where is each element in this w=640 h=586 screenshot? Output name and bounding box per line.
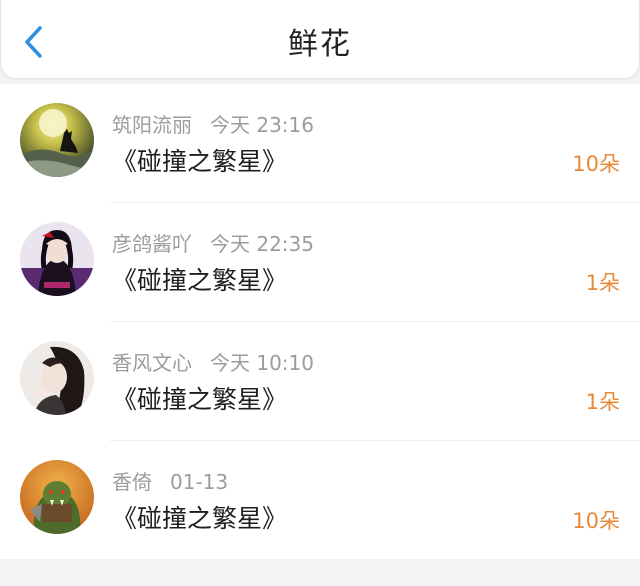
flower-list: 筑阳流丽 今天 23:16 《碰撞之繁星》 10朵 彦鸽酱吖 今天 22:35 《碰… <box>0 84 640 559</box>
flower-count: 10朵 <box>572 152 620 176</box>
avatar[interactable] <box>20 341 94 415</box>
book-title[interactable]: 《碰撞之繁星》 <box>112 499 287 535</box>
flower-count: 1朵 <box>585 271 620 295</box>
send-time: 今天 10:10 <box>210 351 314 375</box>
send-time: 今天 22:35 <box>210 232 314 256</box>
sender-meta: 彦鸽酱吖 今天 22:35 <box>112 228 314 257</box>
flower-count: 1朵 <box>585 390 620 414</box>
avatar[interactable] <box>20 103 94 177</box>
gothic-girl-avatar <box>20 222 94 296</box>
book-title[interactable]: 《碰撞之繁星》 <box>112 380 287 416</box>
send-time: 今天 23:16 <box>210 113 314 137</box>
flower-count: 10朵 <box>572 509 620 533</box>
list-item[interactable]: 筑阳流丽 今天 23:16 《碰撞之繁星》 10朵 <box>0 84 640 203</box>
sender-name: 筑阳流丽 <box>112 113 192 137</box>
list-item[interactable]: 彦鸽酱吖 今天 22:35 《碰撞之繁星》 1朵 <box>0 203 640 322</box>
app-header: 鲜花 <box>0 0 640 79</box>
book-title[interactable]: 《碰撞之繁星》 <box>112 142 287 178</box>
page-title: 鲜花 <box>288 27 352 62</box>
girl-portrait-avatar <box>20 341 94 415</box>
book-title[interactable]: 《碰撞之繁星》 <box>112 261 287 297</box>
list-item[interactable]: 香风文心 今天 10:10 《碰撞之繁星》 1朵 <box>0 322 640 441</box>
wolf-moon-avatar <box>20 103 94 177</box>
sender-name: 彦鸽酱吖 <box>112 232 192 256</box>
sender-meta: 香倚 01-13 <box>112 466 228 495</box>
sender-name: 香倚 <box>112 470 152 494</box>
sender-meta: 筑阳流丽 今天 23:16 <box>112 109 314 138</box>
orc-warrior-avatar <box>20 460 94 534</box>
send-time: 01-13 <box>170 470 229 494</box>
avatar[interactable] <box>20 460 94 534</box>
sender-name: 香风文心 <box>112 351 192 375</box>
list-item[interactable]: 香倚 01-13 《碰撞之繁星》 10朵 <box>0 441 640 559</box>
sender-meta: 香风文心 今天 10:10 <box>112 347 314 376</box>
avatar[interactable] <box>20 222 94 296</box>
